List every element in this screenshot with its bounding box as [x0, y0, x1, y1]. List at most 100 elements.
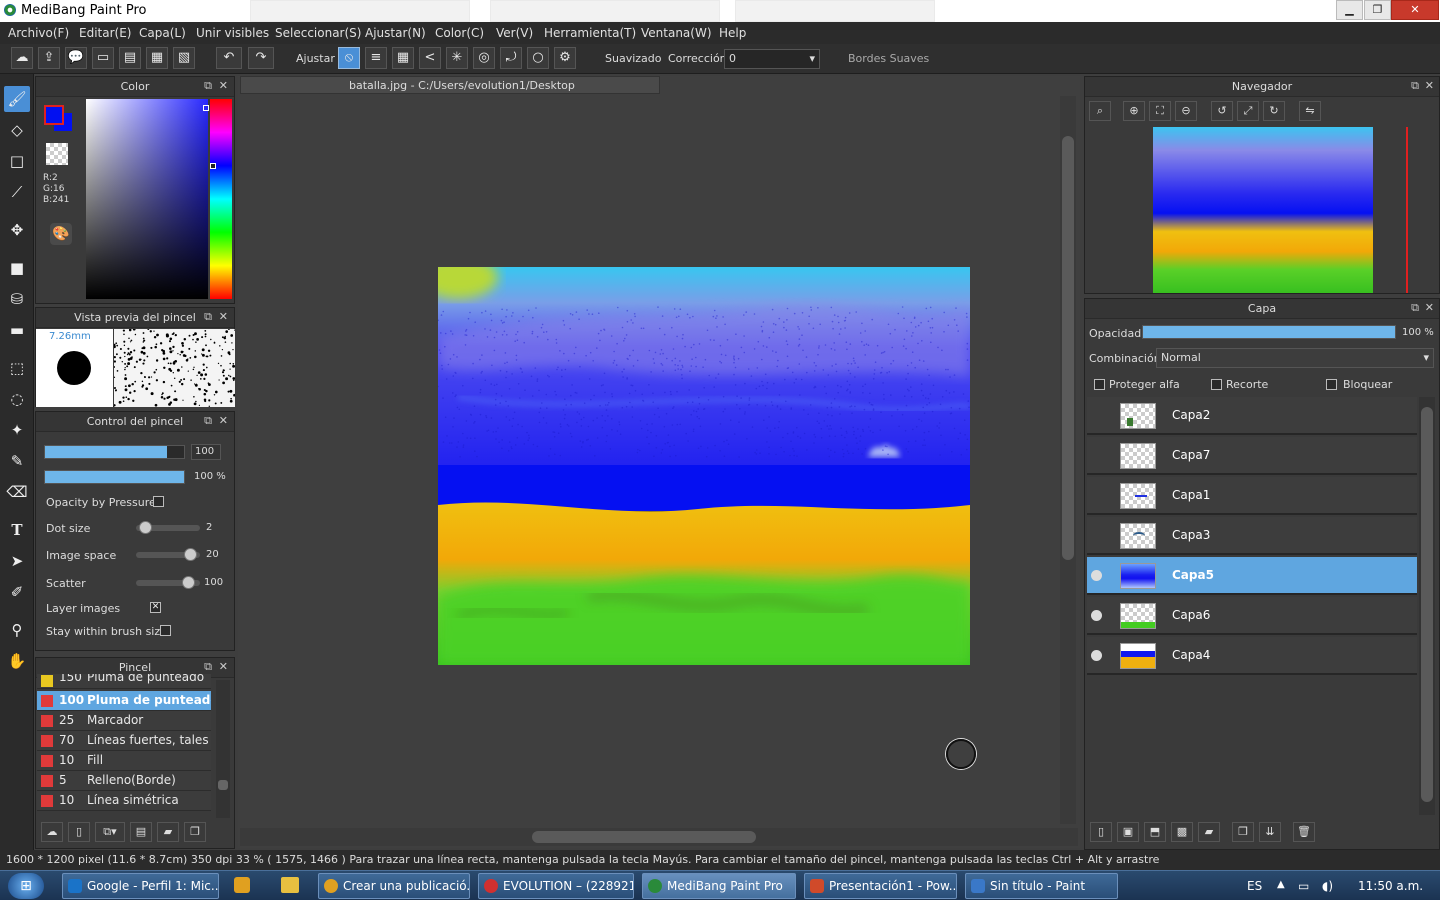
share-icon[interactable]: ⇪ [38, 47, 60, 69]
brush-settings-icon[interactable]: ▤ [130, 822, 152, 842]
layer-row[interactable]: Capa4 [1087, 637, 1417, 675]
panel-layout-icon[interactable]: ▦ [146, 47, 168, 69]
hue-slider[interactable] [210, 99, 232, 299]
menu-capa[interactable]: Capa(L) [139, 26, 186, 40]
settings-grid-icon[interactable]: ▧ [173, 47, 195, 69]
menu-ver[interactable]: Ver(V) [496, 26, 533, 40]
brush-item[interactable]: 70 Líneas fuertes, tales co [37, 731, 211, 751]
menu-herramienta[interactable]: Herramienta(T) [544, 26, 636, 40]
redo-icon[interactable]: ↷ [248, 47, 274, 69]
popout-icon[interactable]: ⧉ [1411, 79, 1419, 93]
shape-tool-icon[interactable]: □ [4, 148, 30, 174]
lock-checkbox[interactable] [1326, 379, 1337, 390]
brush-list-scrollbar[interactable] [216, 680, 230, 818]
zoom-out-icon[interactable]: ⊖ [1175, 101, 1197, 121]
transparent-color-swatch[interactable] [46, 143, 68, 165]
scrollbar-thumb[interactable] [218, 780, 228, 790]
new-halftone-layer-icon[interactable]: ▣ [1117, 822, 1139, 842]
document-tab[interactable]: batalla.jpg - C:/Users/evolution1/Deskto… [240, 76, 660, 94]
snap-parallel-icon[interactable]: ≡ [365, 47, 387, 69]
menu-seleccionar[interactable]: Seleccionar(S) [275, 26, 361, 40]
new-1bit-layer-icon[interactable]: ⬒ [1144, 822, 1166, 842]
brush-item[interactable]: 150 Pluma de punteado [37, 674, 211, 689]
menu-ajustar[interactable]: Ajustar(N) [365, 26, 426, 40]
primary-color-swatch[interactable] [44, 105, 64, 125]
brush-size-slider[interactable] [44, 445, 185, 459]
zoom-actual-icon[interactable]: ⌕ [1089, 101, 1111, 121]
frame-divider-icon[interactable]: ✐ [4, 579, 30, 605]
brush-tool-icon[interactable]: 🖌 [4, 86, 30, 112]
popout-icon[interactable]: ⧉ [204, 660, 212, 674]
comment-icon[interactable]: 💬 [65, 47, 87, 69]
select-pen-icon[interactable]: ✎ [4, 448, 30, 474]
brush-opacity-slider[interactable] [44, 470, 185, 484]
close-icon[interactable]: ✕ [219, 414, 228, 427]
snap-concentric-icon[interactable]: ◎ [473, 47, 495, 69]
popout-icon[interactable]: ⧉ [204, 310, 212, 324]
rotate-right-icon[interactable]: ↻ [1263, 101, 1285, 121]
clock[interactable]: 11:50 a.m. [1358, 879, 1423, 893]
undo-icon[interactable]: ↶ [216, 47, 242, 69]
navigator-thumbnail[interactable] [1153, 127, 1373, 293]
new-screentone-layer-icon[interactable]: ▩ [1171, 822, 1193, 842]
snap-off-icon[interactable]: ⦸ [338, 47, 360, 69]
hand-tool-icon[interactable]: ✋ [4, 648, 30, 674]
flip-horizontal-icon[interactable]: ⇋ [1299, 101, 1321, 121]
brush-item[interactable]: 5 Relleno(Borde) [37, 771, 211, 791]
fit-screen-icon[interactable]: ⛶ [1149, 101, 1171, 121]
layer-row[interactable]: Capa2 [1087, 397, 1417, 435]
taskbar-item[interactable]: EVOLUTION – (228921) [478, 873, 634, 899]
add-brush-menu-icon[interactable]: ⧉▾ [95, 822, 125, 842]
close-button[interactable]: ✕ [1391, 0, 1439, 20]
layer-row[interactable]: Capa1 [1087, 477, 1417, 515]
taskbar-item[interactable]: Sin título - Paint [965, 873, 1118, 899]
taskbar-item[interactable]: Presentación1 - Pow... [804, 873, 957, 899]
saturation-value-picker[interactable] [86, 99, 208, 299]
popout-icon[interactable]: ⧉ [204, 79, 212, 93]
fit-window-icon[interactable]: ⤢ [1237, 101, 1259, 121]
cloud-icon[interactable]: ☁ [11, 47, 33, 69]
menu-unir-visibles[interactable]: Unir visibles [196, 26, 269, 40]
close-icon[interactable]: ✕ [1425, 301, 1434, 314]
maximize-button[interactable]: ❐ [1364, 0, 1391, 20]
new-brush-icon[interactable]: ▯ [68, 822, 90, 842]
rotate-left-icon[interactable]: ↺ [1211, 101, 1233, 121]
menu-editar[interactable]: Editar(E) [79, 26, 131, 40]
protect-alpha-checkbox[interactable] [1094, 379, 1105, 390]
file-explorer-icon[interactable] [281, 877, 299, 893]
start-button[interactable]: ⊞ [8, 873, 44, 899]
brush-item-selected[interactable]: 100 Pluma de punteado [37, 691, 211, 711]
layer-row-selected[interactable]: Capa5 [1087, 557, 1417, 595]
blur-brush-icon[interactable]: ⟋ [4, 179, 30, 205]
correccion-select[interactable]: 0 ▾ [724, 49, 820, 69]
snap-grid-icon[interactable]: ▦ [392, 47, 414, 69]
move-tool-icon[interactable]: ✥ [4, 217, 30, 243]
merge-down-icon[interactable]: ⇊ [1259, 822, 1281, 842]
language-indicator[interactable]: ES [1247, 879, 1262, 893]
snap-perspective-icon[interactable]: < [419, 47, 441, 69]
scrollbar-thumb[interactable] [1421, 407, 1433, 802]
brush-folder-icon[interactable]: ▰ [157, 822, 179, 842]
popout-icon[interactable]: ⧉ [204, 414, 212, 428]
duplicate-layer-icon[interactable]: ❐ [1232, 822, 1254, 842]
eye-icon[interactable] [1091, 610, 1102, 621]
new-layer-icon[interactable]: ▯ [1090, 822, 1112, 842]
chat-icon[interactable]: ▭ [92, 47, 114, 69]
eraser-tool-icon[interactable]: ◇ [4, 117, 30, 143]
zoom-in-icon[interactable]: ⊕ [1123, 101, 1145, 121]
media-player-icon[interactable] [234, 877, 250, 893]
scrollbar-thumb[interactable] [1062, 136, 1074, 560]
select-rect-icon[interactable]: ⬚ [4, 355, 30, 381]
text-tool-icon[interactable]: T [4, 517, 30, 543]
cloud-brush-icon[interactable]: ☁ [41, 822, 63, 842]
artwork-canvas[interactable] [438, 267, 970, 665]
opacity-by-pressure-checkbox[interactable] [153, 496, 164, 507]
close-icon[interactable]: ✕ [219, 310, 228, 323]
popout-icon[interactable]: ⧉ [1411, 301, 1419, 315]
layer-row[interactable]: Capa6 [1087, 597, 1417, 635]
close-icon[interactable]: ✕ [219, 79, 228, 92]
delete-layer-icon[interactable]: 🗑 [1293, 822, 1315, 842]
brush-size-value[interactable]: 100 [191, 444, 221, 460]
hue-slider-handle[interactable] [210, 163, 216, 169]
fill-rect-icon[interactable]: ■ [4, 255, 30, 281]
